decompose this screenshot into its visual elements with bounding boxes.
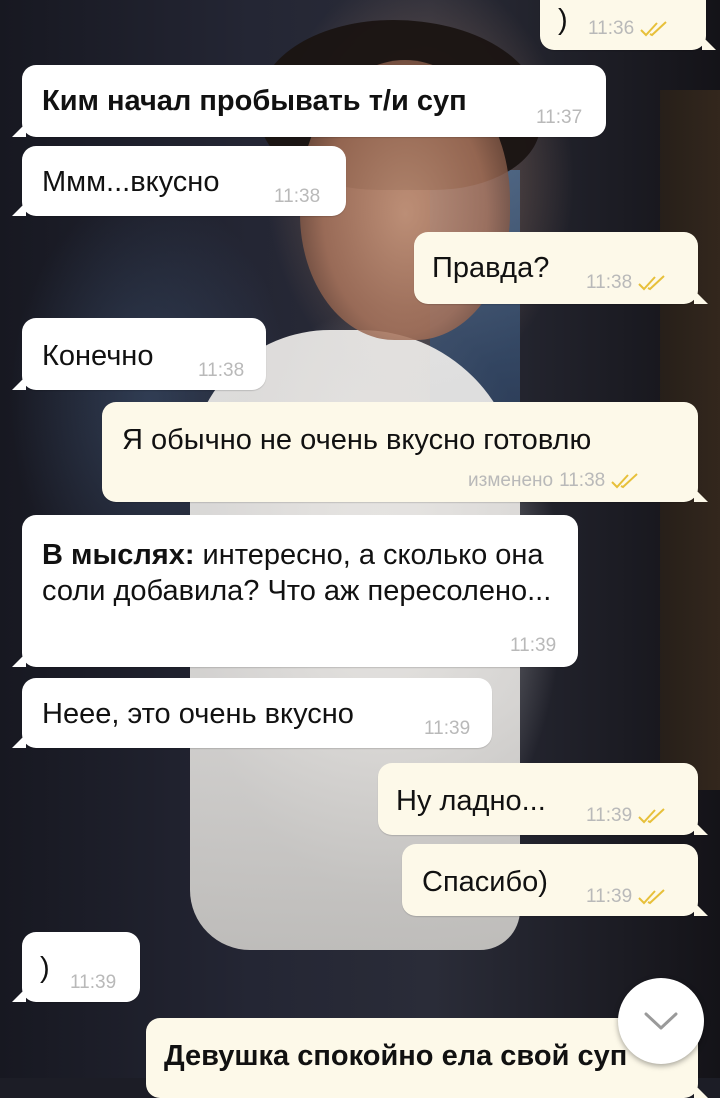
message-meta: изменено 11:38 bbox=[468, 470, 641, 492]
message-text: Я обычно не очень вкусно готовлю bbox=[122, 424, 592, 456]
message-time: 11:39 bbox=[510, 635, 557, 656]
scroll-to-bottom-button[interactable] bbox=[618, 978, 704, 1064]
message-text: В мыслях: интересно, а сколько она соли … bbox=[42, 537, 562, 609]
message-time: 11:36 bbox=[588, 18, 635, 39]
message-text: Спасибо) bbox=[422, 866, 548, 898]
message-bubble-outgoing[interactable]: Спасибо) 11:39 bbox=[402, 844, 708, 916]
message-time: 11:38 bbox=[198, 360, 245, 381]
message-text: Ммм...вкусно bbox=[42, 166, 220, 198]
message-meta: 11:39 bbox=[586, 886, 668, 908]
message-text: Неее, это очень вкусно bbox=[42, 698, 354, 730]
message-bubble-incoming[interactable]: Ким начал пробывать т/и суп 11:37 bbox=[12, 65, 606, 137]
message-meta: 11:39 bbox=[586, 805, 668, 827]
message-text: Ну ладно... bbox=[396, 785, 546, 817]
message-text: Правда? bbox=[432, 252, 550, 284]
message-text: Девушка спокойно ела свой суп bbox=[164, 1040, 628, 1072]
double-check-icon bbox=[638, 274, 668, 292]
message-text: Конечно bbox=[42, 340, 154, 372]
message-bubble-incoming[interactable]: Неее, это очень вкусно 11:39 bbox=[12, 678, 492, 748]
message-time: 11:38 bbox=[586, 272, 633, 293]
message-bubble-outgoing[interactable]: Девушка спокойно ела свой суп bbox=[146, 1018, 708, 1098]
chevron-down-icon bbox=[643, 1010, 679, 1037]
message-time: 11:38 bbox=[559, 470, 606, 491]
message-meta: 11:38 bbox=[586, 272, 668, 294]
double-check-icon bbox=[638, 888, 668, 906]
message-bubble-outgoing[interactable]: ) 11:36 bbox=[540, 0, 716, 50]
double-check-icon bbox=[638, 807, 668, 825]
double-check-icon bbox=[640, 20, 670, 38]
message-bubble-outgoing[interactable]: Я обычно не очень вкусно готовлю изменен… bbox=[102, 402, 708, 502]
message-time: 11:39 bbox=[70, 972, 117, 993]
message-bubble-incoming[interactable]: ) 11:39 bbox=[12, 932, 140, 1002]
message-time: 11:39 bbox=[424, 718, 471, 739]
message-bubble-incoming[interactable]: В мыслях: интересно, а сколько она соли … bbox=[12, 515, 578, 667]
message-bubble-incoming[interactable]: Конечно 11:38 bbox=[12, 318, 266, 390]
message-text: ) bbox=[40, 952, 50, 984]
message-text: Ким начал пробывать т/и суп bbox=[42, 85, 467, 117]
message-meta: 11:36 bbox=[588, 18, 670, 40]
message-bubble-outgoing[interactable]: Ну ладно... 11:39 bbox=[378, 763, 708, 835]
message-text: ) bbox=[558, 4, 568, 36]
message-time: 11:39 bbox=[586, 886, 633, 907]
message-time: 11:38 bbox=[274, 186, 321, 207]
message-prefix: В мыслях: bbox=[42, 539, 195, 571]
message-time: 11:39 bbox=[586, 805, 633, 826]
double-check-icon bbox=[611, 472, 641, 490]
message-bubble-outgoing[interactable]: Правда? 11:38 bbox=[414, 232, 708, 304]
message-bubble-incoming[interactable]: Ммм...вкусно 11:38 bbox=[12, 146, 346, 216]
edited-label: изменено bbox=[468, 470, 554, 491]
message-time: 11:37 bbox=[536, 107, 583, 128]
